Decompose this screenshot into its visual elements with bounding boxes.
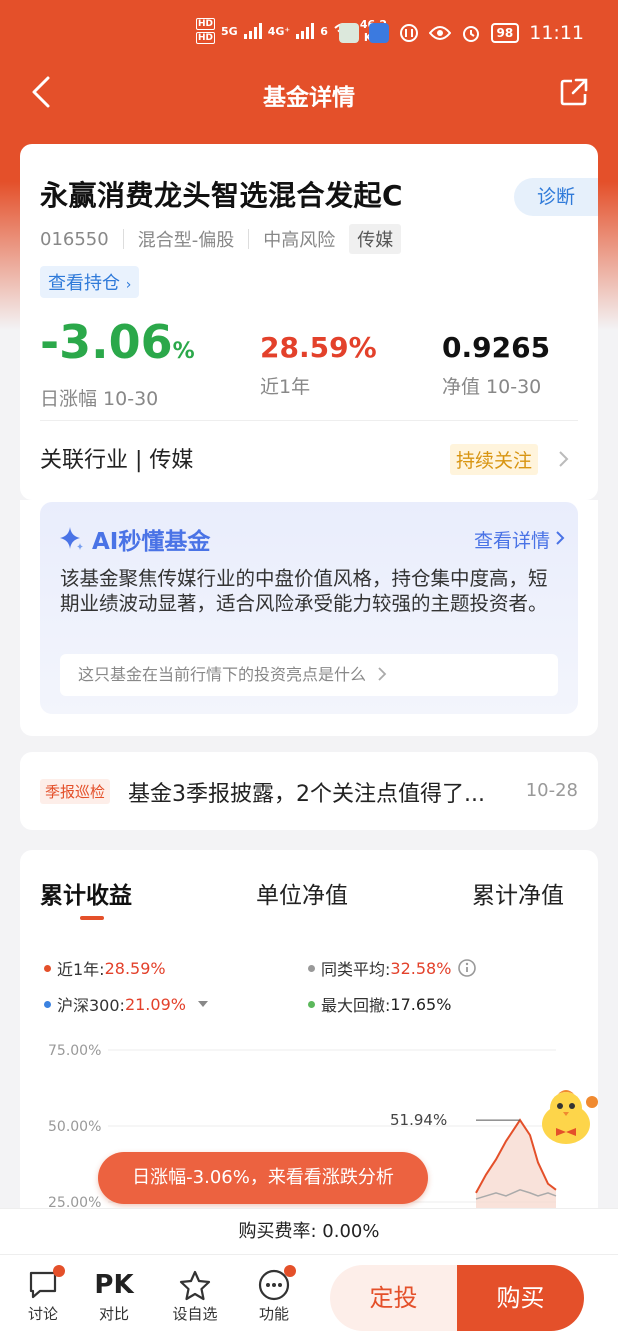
clock: 11:11: [529, 22, 584, 44]
navigation-bar: 基金详情: [0, 68, 618, 118]
buy-button[interactable]: 购买: [457, 1265, 584, 1331]
legend-dot: [308, 1000, 315, 1008]
ai-view-detail-link[interactable]: 查看详情: [474, 526, 550, 553]
percent-sign: %: [172, 339, 195, 364]
discuss-button[interactable]: 讨论: [13, 1265, 73, 1324]
chart-tabs: 累计收益 单位净值 累计净值: [20, 876, 598, 916]
ai-card: AI秒懂基金 查看详情 该基金聚焦传媒行业的中盘价值风格，持仓集中度高，短期业绩…: [20, 500, 598, 736]
year-return-label: 近1年: [260, 376, 311, 398]
risk-level: 中高风险: [263, 230, 336, 251]
tab-unit-nav[interactable]: 单位净值: [256, 876, 348, 910]
daily-change-label: 日涨幅 10-30: [40, 388, 159, 410]
tab-cumulative-return[interactable]: 累计收益: [40, 876, 132, 910]
year-return-stat: 28.59% 近1年: [260, 330, 377, 399]
signal-bars-icon: [243, 23, 262, 39]
hd-badge: HD: [196, 18, 216, 30]
quarterly-check-badge: 季报巡检: [40, 779, 111, 804]
compare-button[interactable]: PK 对比: [84, 1267, 144, 1324]
news-date: 10-28: [525, 780, 578, 801]
pk-icon: PK: [94, 1270, 134, 1300]
news-card[interactable]: 季报巡检 基金3季报披露，2个关注点值得了... 10-28: [20, 752, 598, 830]
divider: [40, 420, 578, 421]
nav-label: 净值 10-30: [442, 376, 542, 398]
fund-code: 016550: [40, 228, 109, 250]
diagnose-button[interactable]: 诊断: [514, 178, 598, 216]
year-return-value: 28.59%: [260, 331, 377, 364]
divider: [248, 229, 250, 249]
add-watchlist-button[interactable]: 设自选: [165, 1267, 225, 1324]
nav-stat: 0.9265 净值 10-30: [442, 330, 550, 399]
y-tick-label: 75.00%: [48, 1043, 101, 1059]
alarm-icon: [462, 26, 479, 42]
nfc-icon: [399, 24, 418, 42]
view-holdings-link[interactable]: 查看持仓 ›: [40, 266, 140, 298]
sector-tag[interactable]: 传媒: [349, 224, 402, 254]
fund-name: 永赢消费龙头智选混合发起C: [40, 179, 404, 212]
star-icon: [179, 1270, 211, 1301]
status-bar: HD HD 5G 4G⁺ 6 46.2 K/s 98 11:11: [0, 0, 618, 68]
signal-4g: 4G⁺: [267, 24, 291, 38]
related-industry[interactable]: 关联行业 | 传媒: [40, 442, 193, 474]
mascot-chick-icon[interactable]: [536, 1088, 602, 1150]
fund-type: 混合型-偏股: [137, 230, 235, 251]
daily-change-analysis-button[interactable]: 日涨幅-3.06%，来看看涨跌分析: [98, 1152, 428, 1204]
legend-hs300[interactable]: 沪深300: 21.09%: [44, 992, 210, 1016]
page-title: 基金详情: [263, 85, 355, 111]
bottom-action-bar: 讨论 PK 对比 设自选 功能 定投 购买: [0, 1254, 618, 1338]
info-icon[interactable]: [457, 958, 477, 978]
legend-dot: [44, 1000, 51, 1008]
eye-icon: [428, 26, 451, 40]
auto-invest-button[interactable]: 定投: [330, 1265, 457, 1331]
legend-peer-average: 同类平均: 32.58%: [308, 956, 477, 980]
legend-dot: [44, 964, 51, 972]
legend-max-drawdown: 最大回撤: 17.65%: [308, 992, 451, 1016]
functions-button[interactable]: 功能: [244, 1265, 304, 1324]
wifi-label: 6: [320, 24, 328, 38]
tab-cumulative-nav[interactable]: 累计净值: [472, 876, 564, 910]
purchase-fee-bar: 购买费率: 0.00%: [0, 1208, 618, 1254]
divider: [122, 229, 124, 249]
news-title[interactable]: 基金3季报披露，2个关注点值得了...: [128, 776, 485, 808]
chevron-right-icon[interactable]: [556, 450, 570, 468]
hd-badge: HD: [196, 32, 216, 44]
share-icon[interactable]: [558, 76, 590, 108]
dropdown-caret-icon[interactable]: [196, 999, 210, 1009]
fund-summary-card: 永赢消费龙头智选混合发起C 诊断 016550 混合型-偏股 中高风险 传媒 查…: [20, 144, 598, 500]
active-tab-indicator: [80, 916, 104, 920]
ai-summary-box: AI秒懂基金 查看详情 该基金聚焦传媒行业的中盘价值风格，持仓集中度高，短期业绩…: [40, 502, 578, 714]
app-notification-icon: [368, 23, 389, 43]
follow-badge[interactable]: 持续关注: [449, 444, 538, 475]
nav-value: 0.9265: [442, 331, 551, 364]
fund-meta: 016550 混合型-偏股 中高风险 传媒: [40, 224, 402, 254]
signal-bars-icon: [296, 23, 315, 39]
ai-suggested-question[interactable]: 这只基金在当前行情下的投资亮点是什么: [60, 654, 558, 696]
ai-summary-text: 该基金聚焦传媒行业的中盘价值风格，持仓集中度高，短期业绩波动显著，适合风险承受能…: [60, 567, 548, 615]
sparkle-icon: [60, 527, 83, 550]
notification-dot: [284, 1265, 296, 1277]
daily-change-value: -3.06: [40, 315, 173, 369]
battery-indicator: 98: [490, 23, 520, 43]
signal-5g: 5G: [221, 24, 238, 38]
app-avatar-icon: [338, 23, 359, 43]
peak-value-label: 51.94%: [390, 1111, 447, 1129]
chevron-right-icon: ›: [125, 277, 132, 293]
ai-title: AI秒懂基金: [58, 522, 210, 556]
legend-year: 近1年: 28.59%: [44, 956, 166, 980]
status-right: 98 11:11: [338, 22, 584, 44]
y-tick-label: 50.00%: [48, 1119, 101, 1135]
daily-change-stat: -3.06% 日涨幅 10-30: [40, 314, 195, 411]
chevron-right-icon[interactable]: [554, 530, 566, 546]
chevron-right-icon: [378, 667, 387, 681]
legend-dot: [308, 964, 315, 972]
notification-dot: [53, 1265, 65, 1277]
